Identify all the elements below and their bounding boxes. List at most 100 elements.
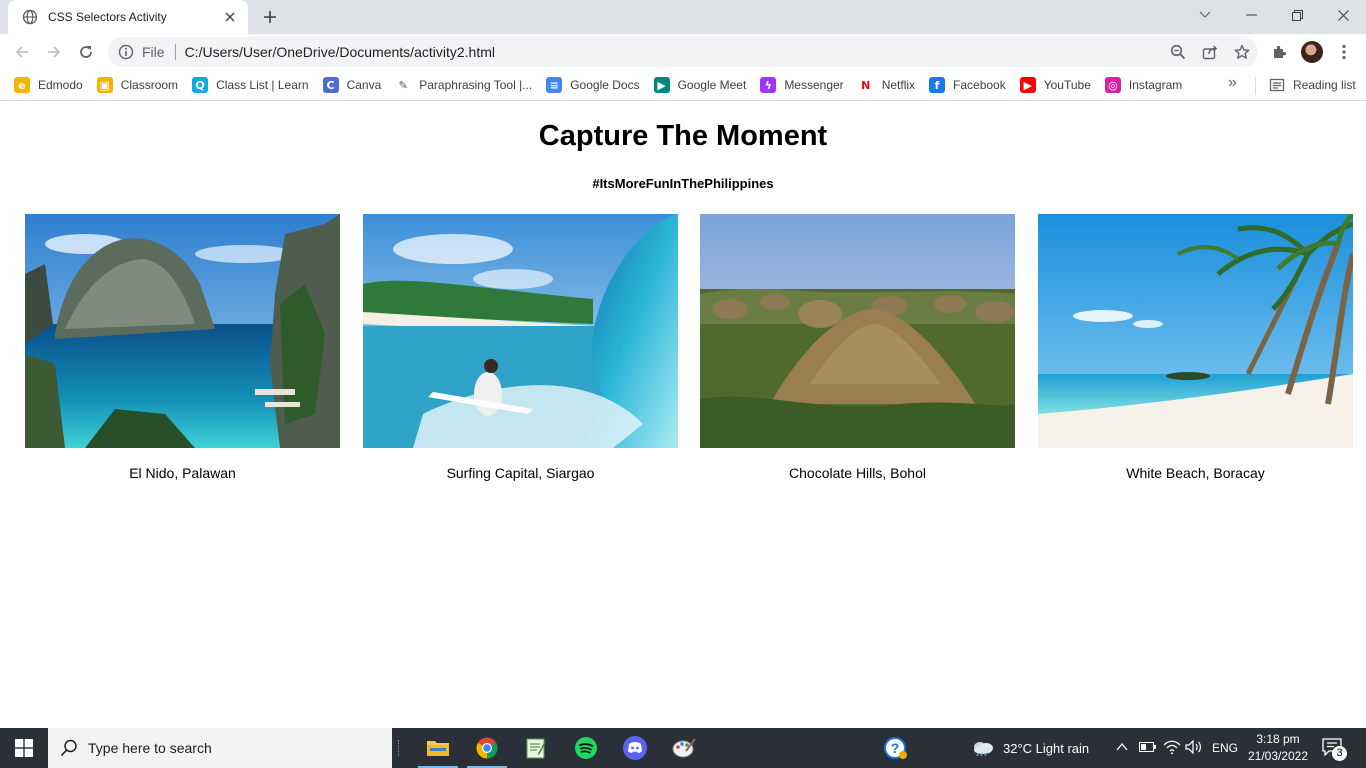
- gallery-card: El Nido, Palawan: [25, 214, 340, 481]
- el-nido-photo: [25, 214, 340, 448]
- bookmark-label: Edmodo: [38, 78, 83, 92]
- windows-taskbar: Type here to search ? 32°C Light rain EN…: [0, 728, 1366, 768]
- meet-icon: ▶: [653, 77, 670, 93]
- spotify-icon[interactable]: [566, 728, 606, 768]
- docs-icon: ≡: [546, 77, 563, 93]
- bookmark-item[interactable]: ▶ Google Meet: [647, 72, 754, 98]
- bookmark-item[interactable]: ϟ Messenger: [753, 72, 850, 98]
- bookmark-item[interactable]: N Netflix: [851, 72, 922, 98]
- wifi-icon[interactable]: [1163, 739, 1181, 755]
- share-icon[interactable]: [1194, 38, 1226, 66]
- edmodo-icon: e: [14, 77, 30, 93]
- page-content: Capture The Moment #ItsMoreFunInThePhili…: [0, 102, 1366, 728]
- plus-icon: [264, 11, 276, 23]
- arrow-right-icon: [48, 46, 61, 58]
- minimize-icon: [1245, 14, 1257, 16]
- close-window-button[interactable]: [1320, 0, 1366, 30]
- address-bar[interactable]: File C:/Users/User/OneDrive/Documents/ac…: [108, 37, 1258, 67]
- chrome-icon[interactable]: [467, 728, 507, 768]
- bookmarks-overflow-button[interactable]: »: [1228, 74, 1237, 92]
- gallery-card: Chocolate Hills, Bohol: [700, 214, 1015, 481]
- search-placeholder: Type here to search: [88, 740, 212, 756]
- bookmark-item[interactable]: ◎ Instagram: [1098, 72, 1189, 98]
- reload-button[interactable]: [72, 38, 100, 66]
- url-text[interactable]: C:/Users/User/OneDrive/Documents/activit…: [185, 44, 1162, 60]
- bookmarks-bar: e Edmodo ▣ Classroom Q Class List | Learn C Can…: [0, 70, 1366, 101]
- bookmark-label: Paraphrasing Tool |...: [419, 78, 533, 92]
- menu-button[interactable]: [1330, 38, 1358, 66]
- bookmark-item[interactable]: ≡ Google Docs: [539, 72, 646, 98]
- bookmark-item[interactable]: ✎ Paraphrasing Tool |...: [388, 72, 539, 98]
- notepad-icon[interactable]: [516, 728, 556, 768]
- notification-count-badge: 3: [1332, 746, 1347, 761]
- tab-active[interactable]: CSS Selectors Activity: [8, 0, 248, 34]
- messenger-icon: ϟ: [760, 77, 777, 93]
- boracay-beach-photo: [1038, 214, 1353, 448]
- info-icon[interactable]: [118, 44, 134, 60]
- file-explorer-icon[interactable]: [418, 728, 458, 768]
- instagram-icon: ◎: [1104, 77, 1121, 93]
- bookmark-item[interactable]: f Facebook: [922, 72, 1013, 98]
- bookmark-item[interactable]: ▶ YouTube: [1013, 72, 1098, 98]
- page-subtitle: #ItsMoreFunInThePhilippines: [592, 176, 774, 191]
- facebook-icon: f: [929, 77, 946, 93]
- reading-list-icon: [1269, 78, 1285, 92]
- arrow-left-icon: [15, 46, 28, 58]
- netflix-icon: N: [857, 77, 874, 93]
- bookmark-label: Class List | Learn: [216, 78, 309, 92]
- bookmark-label: Classroom: [120, 78, 179, 92]
- close-icon: [1337, 9, 1349, 21]
- bookmark-label: Instagram: [1128, 78, 1183, 92]
- tab-title: CSS Selectors Activity: [48, 10, 167, 24]
- extensions-button[interactable]: [1266, 38, 1294, 66]
- weather-text[interactable]: 32°C Light rain: [1003, 741, 1089, 756]
- taskbar-search-box[interactable]: Type here to search: [48, 728, 392, 768]
- chevron-down-icon: [1199, 11, 1211, 18]
- classroom-icon: ▣: [96, 77, 113, 93]
- bookmark-item[interactable]: Q Class List | Learn: [185, 72, 316, 98]
- language-indicator[interactable]: ENG: [1212, 741, 1238, 755]
- bookmark-star-icon[interactable]: [1226, 38, 1258, 66]
- tab-close-icon[interactable]: [222, 9, 238, 25]
- reading-list-button[interactable]: Reading list: [1262, 72, 1363, 98]
- new-tab-button[interactable]: [258, 6, 282, 28]
- volume-icon[interactable]: [1185, 739, 1203, 755]
- weather-rain-icon[interactable]: [972, 739, 994, 757]
- svg-text:?: ?: [891, 740, 900, 756]
- kebab-menu-icon: [1342, 44, 1346, 60]
- bookmark-list: e Edmodo ▣ Classroom Q Class List | Learn C Can…: [7, 72, 1189, 98]
- bookmark-label: Facebook: [953, 78, 1006, 92]
- help-icon[interactable]: ?: [876, 728, 916, 768]
- tab-search-button[interactable]: [1182, 0, 1228, 30]
- clock-time: 3:18 pm: [1256, 732, 1300, 746]
- bookmark-label: YouTube: [1043, 78, 1091, 92]
- minimize-button[interactable]: [1228, 0, 1274, 30]
- card-caption: Chocolate Hills, Bohol: [789, 465, 926, 481]
- clock[interactable]: 3:18 pm 21/03/2022: [1238, 731, 1318, 765]
- bookmark-label: Netflix: [881, 78, 916, 92]
- start-button[interactable]: [0, 728, 48, 768]
- clock-date: 21/03/2022: [1247, 749, 1309, 763]
- page-title: Capture The Moment: [538, 120, 828, 152]
- forward-button[interactable]: [40, 38, 68, 66]
- profile-button[interactable]: [1298, 38, 1326, 66]
- discord-icon[interactable]: [615, 728, 655, 768]
- omnibox-divider: [174, 44, 176, 60]
- browser-toolbar: File C:/Users/User/OneDrive/Documents/ac…: [0, 34, 1366, 70]
- bookmark-item[interactable]: C Canva: [316, 72, 389, 98]
- battery-icon[interactable]: [1139, 741, 1157, 753]
- bookmark-item[interactable]: e Edmodo: [7, 72, 90, 98]
- bookmarks-divider: [1255, 77, 1256, 95]
- bookmark-item[interactable]: ▣ Classroom: [90, 72, 185, 98]
- paint-icon[interactable]: [664, 728, 704, 768]
- zoom-icon[interactable]: [1162, 38, 1194, 66]
- youtube-icon: ▶: [1019, 77, 1036, 93]
- siargao-surf-photo: [363, 214, 678, 448]
- bookmark-label: Google Meet: [677, 78, 747, 92]
- back-button[interactable]: [8, 38, 36, 66]
- bookmark-label: Google Docs: [570, 78, 640, 92]
- chevron-up-icon[interactable]: [1116, 742, 1128, 752]
- restore-button[interactable]: [1274, 0, 1320, 30]
- notifications-button[interactable]: 3: [1322, 738, 1347, 761]
- card-caption: El Nido, Palawan: [129, 465, 236, 481]
